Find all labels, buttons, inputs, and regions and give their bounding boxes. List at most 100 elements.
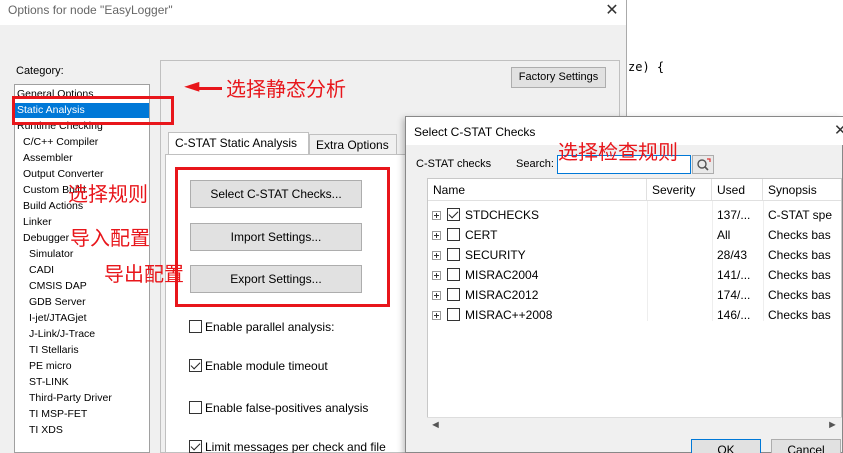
factory-settings-button[interactable]: Factory Settings xyxy=(511,67,606,88)
cell-synopsis: Checks bas xyxy=(768,308,831,322)
code-line: ze) { xyxy=(628,60,665,74)
annotation-arrow-icon: ◄ xyxy=(184,73,200,97)
category-item[interactable]: TI MSP-FET xyxy=(15,407,149,422)
column-severity[interactable]: Severity xyxy=(647,179,712,201)
search-button[interactable] xyxy=(692,155,714,174)
cell-used: 137/... xyxy=(717,208,751,222)
row-checkbox[interactable] xyxy=(447,208,460,221)
limit-messages-label: Limit messages per check and file xyxy=(205,440,386,453)
select-cstat-checks-button[interactable]: Select C-STAT Checks... xyxy=(190,180,362,208)
row-checkbox[interactable] xyxy=(447,308,460,321)
false-positives-checkbox[interactable] xyxy=(189,401,202,414)
column-name[interactable]: Name xyxy=(428,179,647,201)
grid-header: Name Severity Used Synopsis xyxy=(428,179,841,201)
category-item[interactable]: J-Link/J-Trace xyxy=(15,327,149,342)
column-synopsis[interactable]: Synopsis xyxy=(763,179,841,201)
expand-icon[interactable] xyxy=(432,271,441,280)
module-timeout-checkbox-row[interactable]: Enable module timeout xyxy=(189,357,328,375)
cell-synopsis: C-STAT spe xyxy=(768,208,833,222)
column-divider xyxy=(763,201,764,321)
column-divider xyxy=(712,201,713,321)
scroll-right-icon[interactable]: ► xyxy=(827,419,838,431)
category-item[interactable]: PE micro xyxy=(15,359,149,374)
category-label: Category: xyxy=(16,65,64,77)
cell-name: MISRAC2012 xyxy=(465,288,539,302)
annotation-select-check-rules: 选择检查规则 xyxy=(558,140,678,164)
search-label: Search: xyxy=(516,158,554,170)
category-item[interactable]: Runtime Checking xyxy=(15,119,149,134)
horizontal-scrollbar[interactable]: ◄ ► xyxy=(427,417,842,434)
category-item[interactable]: I-jet/JTAGjet xyxy=(15,311,149,326)
category-item[interactable]: C/C++ Compiler xyxy=(15,135,149,150)
cell-name: SECURITY xyxy=(465,248,526,262)
cell-synopsis: Checks bas xyxy=(768,228,831,242)
expand-icon[interactable] xyxy=(432,211,441,220)
category-item[interactable]: Third-Party Driver xyxy=(15,391,149,406)
ok-button[interactable]: OK xyxy=(691,439,761,453)
table-row[interactable]: MISRAC2012 174/... Checks bas xyxy=(428,285,841,305)
options-titlebar: Options for node "EasyLogger" ✕ xyxy=(0,0,626,25)
cell-used: 174/... xyxy=(717,288,751,302)
category-item[interactable]: ST-LINK xyxy=(15,375,149,390)
false-positives-label: Enable false-positives analysis xyxy=(205,401,369,415)
cell-used: 141/... xyxy=(717,268,751,282)
annotation-import-config: 导入配置 xyxy=(70,226,150,250)
cstat-checks-label: C-STAT checks xyxy=(416,158,492,170)
scroll-left-icon[interactable]: ◄ xyxy=(430,419,441,431)
import-settings-button[interactable]: Import Settings... xyxy=(190,223,362,251)
cell-used: 28/43 xyxy=(717,248,748,262)
limit-messages-checkbox[interactable] xyxy=(189,440,202,453)
select-cstat-checks-dialog: Select C-STAT Checks ✕ C-STAT checks Sea… xyxy=(405,116,843,453)
category-item[interactable]: TI Stellaris xyxy=(15,343,149,358)
cell-name: CERT xyxy=(465,228,498,242)
row-checkbox[interactable] xyxy=(447,228,460,241)
table-row[interactable]: MISRAC++2008 146/... Checks bas xyxy=(428,305,841,325)
category-item[interactable]: GDB Server xyxy=(15,295,149,310)
table-row[interactable]: MISRAC2004 141/... Checks bas xyxy=(428,265,841,285)
cell-used: 146/... xyxy=(717,308,751,322)
cell-name: MISRAC2004 xyxy=(465,268,539,282)
search-refresh-icon xyxy=(697,158,711,171)
tab-cstat-static-analysis[interactable]: C-STAT Static Analysis xyxy=(168,132,309,154)
false-positives-checkbox-row[interactable]: Enable false-positives analysis xyxy=(189,399,368,417)
parallel-analysis-checkbox-row[interactable]: Enable parallel analysis: xyxy=(189,318,334,336)
cell-used: All xyxy=(717,228,731,242)
cancel-button[interactable]: Cancel xyxy=(771,439,841,453)
annotation-arrow-shaft xyxy=(196,87,222,90)
cell-severity xyxy=(652,205,712,225)
row-checkbox[interactable] xyxy=(447,268,460,281)
row-checkbox[interactable] xyxy=(447,288,460,301)
cell-severity xyxy=(652,285,712,305)
cell-synopsis: Checks bas xyxy=(768,268,831,282)
cell-severity xyxy=(652,225,712,245)
table-row[interactable]: CERT All Checks bas xyxy=(428,225,841,245)
module-timeout-label: Enable module timeout xyxy=(205,359,328,373)
parallel-analysis-label: Enable parallel analysis: xyxy=(205,320,335,334)
category-item[interactable]: TI XDS xyxy=(15,423,149,438)
options-window-title: Options for node "EasyLogger" xyxy=(8,3,173,17)
export-settings-button[interactable]: Export Settings... xyxy=(190,265,362,293)
parallel-analysis-checkbox[interactable] xyxy=(189,320,202,333)
expand-icon[interactable] xyxy=(432,231,441,240)
close-icon[interactable]: ✕ xyxy=(601,1,623,21)
category-item[interactable]: Static Analysis xyxy=(15,103,149,118)
expand-icon[interactable] xyxy=(432,291,441,300)
table-row[interactable]: STDCHECKS 137/... C-STAT spe xyxy=(428,205,841,225)
column-used[interactable]: Used xyxy=(712,179,763,201)
close-icon[interactable]: ✕ xyxy=(834,121,843,139)
expand-icon[interactable] xyxy=(432,311,441,320)
category-item[interactable]: Assembler xyxy=(15,151,149,166)
expand-icon[interactable] xyxy=(432,251,441,260)
column-divider xyxy=(647,201,648,321)
cell-synopsis: Checks bas xyxy=(768,248,831,262)
tab-extra-options[interactable]: Extra Options xyxy=(309,134,397,156)
category-item[interactable]: General Options xyxy=(15,87,149,102)
cell-name: STDCHECKS xyxy=(465,208,540,222)
cell-synopsis: Checks bas xyxy=(768,288,831,302)
row-checkbox[interactable] xyxy=(447,248,460,261)
module-timeout-checkbox[interactable] xyxy=(189,359,202,372)
annotation-export-config: 导出配置 xyxy=(104,262,184,286)
checks-dialog-title: Select C-STAT Checks xyxy=(414,125,536,139)
limit-messages-checkbox-row[interactable]: Limit messages per check and file xyxy=(189,438,386,453)
table-row[interactable]: SECURITY 28/43 Checks bas xyxy=(428,245,841,265)
